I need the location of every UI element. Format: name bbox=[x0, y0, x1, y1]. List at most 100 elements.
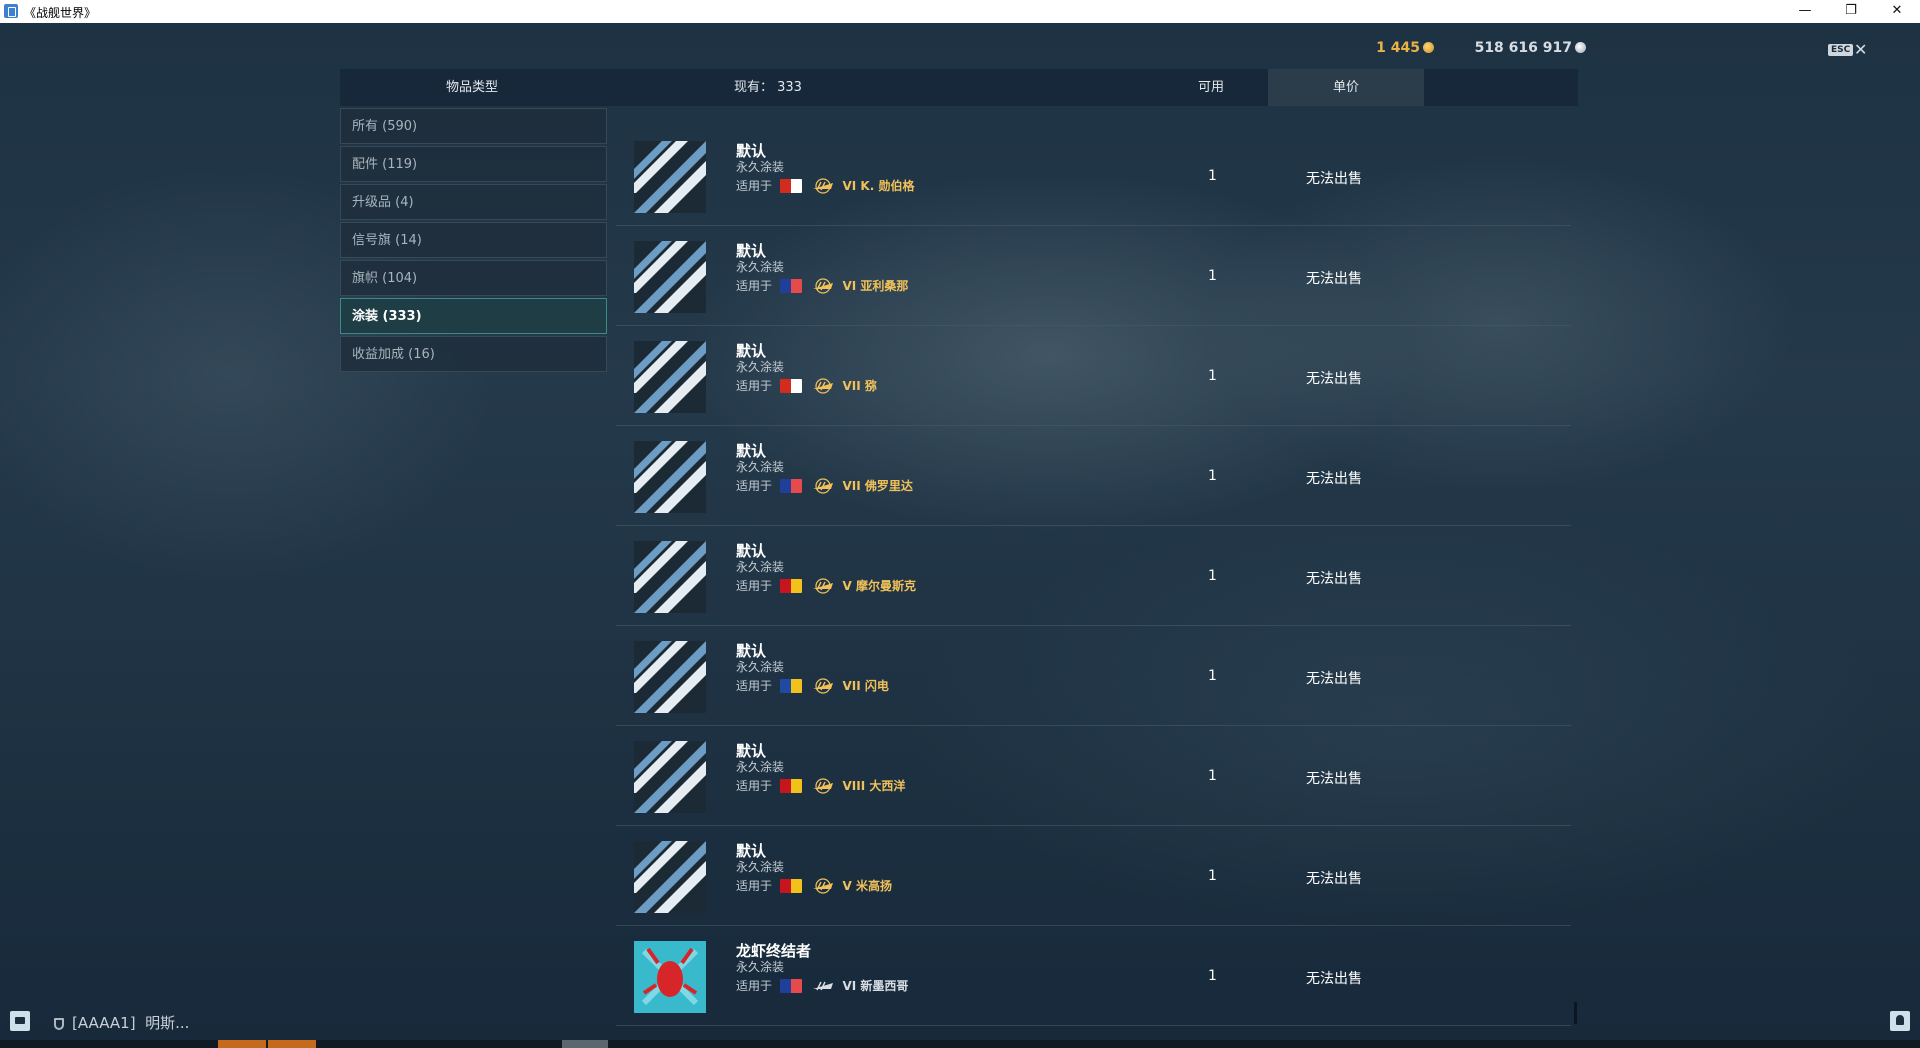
nation-flag-icon bbox=[779, 879, 802, 893]
destroyer-icon bbox=[812, 678, 833, 694]
list-item[interactable]: 默认 永久涂装 适用于 V 米高扬 1 无法出售 bbox=[616, 826, 1571, 926]
unit-price: 无法出售 bbox=[1306, 871, 1362, 887]
ship-name[interactable]: VI 新墨西哥 bbox=[843, 979, 909, 993]
applies-to: 适用于 V 米高扬 bbox=[736, 877, 892, 894]
applies-label: 适用于 bbox=[736, 579, 773, 593]
sidebar-item-all[interactable]: 所有 (590) bbox=[340, 108, 607, 144]
battleship-icon bbox=[812, 778, 833, 794]
minimize-button[interactable]: — bbox=[1782, 0, 1828, 23]
sidebar-item-economic-boosts[interactable]: 收益加成 (16) bbox=[340, 336, 607, 372]
camouflage-list: 默认 永久涂装 适用于 VI K. 勋伯格 1 无法出售 默认 永久涂装 适用于… bbox=[616, 108, 1571, 1026]
available-count: 1 bbox=[1208, 568, 1217, 584]
app-icon bbox=[4, 4, 18, 18]
item-type: 永久涂装 bbox=[736, 360, 785, 374]
battleship-icon bbox=[812, 278, 833, 294]
camouflage-thumbnail bbox=[634, 241, 706, 313]
list-scrollbar[interactable] bbox=[1574, 1002, 1577, 1024]
doubloons-balance[interactable]: 1 445 bbox=[1376, 40, 1434, 56]
sidebar-item-upgrades[interactable]: 升级品 (4) bbox=[340, 184, 607, 220]
nation-flag-icon bbox=[779, 579, 802, 593]
close-window-button[interactable]: ✕ bbox=[1874, 0, 1920, 23]
item-type: 永久涂装 bbox=[736, 760, 785, 774]
applies-label: 适用于 bbox=[736, 479, 773, 493]
ship-name[interactable]: VI K. 勋伯格 bbox=[843, 179, 915, 193]
list-item[interactable]: 默认 永久涂装 适用于 VII 猕 1 无法出售 bbox=[616, 326, 1571, 426]
applies-to: 适用于 VIII 大西洋 bbox=[736, 777, 905, 794]
window-title: 《战舰世界》 bbox=[24, 6, 97, 20]
list-item[interactable]: 默认 永久涂装 适用于 VII 佛罗里达 1 无法出售 bbox=[616, 426, 1571, 526]
header-owned-count: 现有： 333 bbox=[734, 80, 802, 95]
ship-name[interactable]: VII 猕 bbox=[843, 379, 877, 393]
close-icon[interactable]: ✕ bbox=[1854, 40, 1867, 59]
cruiser-icon bbox=[812, 578, 833, 594]
item-type: 永久涂装 bbox=[736, 160, 785, 174]
header-category: 物品类型 bbox=[446, 80, 499, 95]
available-count: 1 bbox=[1208, 368, 1217, 384]
taskbar-strip bbox=[0, 1040, 1920, 1048]
ship-name[interactable]: VI 亚利桑那 bbox=[843, 279, 909, 293]
unit-price: 无法出售 bbox=[1306, 371, 1362, 387]
ship-name[interactable]: V 米高扬 bbox=[843, 879, 892, 893]
ship-name[interactable]: VII 闪电 bbox=[843, 679, 889, 693]
clan-tag: [AAAA1] bbox=[72, 1014, 136, 1032]
category-sidebar: 所有 (590) 配件 (119) 升级品 (4) 信号旗 (14) 旗帜 (1… bbox=[340, 108, 607, 374]
applies-to: 适用于 VII 佛罗里达 bbox=[736, 477, 913, 494]
list-item[interactable]: 默认 永久涂装 适用于 V 摩尔曼斯克 1 无法出售 bbox=[616, 526, 1571, 626]
doubloon-icon bbox=[1423, 42, 1434, 53]
doubloons-value: 1 445 bbox=[1376, 40, 1420, 56]
camouflage-thumbnail bbox=[634, 441, 706, 513]
unit-price: 无法出售 bbox=[1306, 471, 1362, 487]
sidebar-item-signals[interactable]: 信号旗 (14) bbox=[340, 222, 607, 258]
credits-balance[interactable]: 518 616 917 bbox=[1475, 40, 1586, 56]
unit-price: 无法出售 bbox=[1306, 671, 1362, 687]
ship-name[interactable]: V 摩尔曼斯克 bbox=[843, 579, 916, 593]
applies-to: 适用于 VI K. 勋伯格 bbox=[736, 177, 914, 194]
player-name: 明斯... bbox=[145, 1014, 190, 1032]
chat-icon[interactable] bbox=[10, 1011, 30, 1031]
list-item[interactable]: 默认 永久涂装 适用于 VI 亚利桑那 1 无法出售 bbox=[616, 226, 1571, 326]
restore-button[interactable]: ❐ bbox=[1828, 0, 1874, 23]
unit-price: 无法出售 bbox=[1306, 571, 1362, 587]
header-available[interactable]: 可用 bbox=[1198, 69, 1224, 106]
applies-label: 适用于 bbox=[736, 179, 773, 193]
sidebar-item-modules[interactable]: 配件 (119) bbox=[340, 146, 607, 182]
applies-label: 适用于 bbox=[736, 379, 773, 393]
camouflage-thumbnail bbox=[634, 941, 706, 1013]
division-chat-entry[interactable]: [AAAA1] 明斯... bbox=[54, 1012, 189, 1033]
camouflage-thumbnail bbox=[634, 741, 706, 813]
ship-name[interactable]: VIII 大西洋 bbox=[843, 779, 906, 793]
applies-label: 适用于 bbox=[736, 679, 773, 693]
applies-to: 适用于 VII 猕 bbox=[736, 377, 877, 394]
shield-icon bbox=[54, 1018, 64, 1030]
list-item[interactable]: 默认 永久涂装 适用于 VIII 大西洋 1 无法出售 bbox=[616, 726, 1571, 826]
applies-to: 适用于 VII 闪电 bbox=[736, 677, 889, 694]
window-titlebar: 《战舰世界》 — ❐ ✕ bbox=[0, 0, 1920, 23]
esc-key-hint[interactable]: ESC bbox=[1828, 44, 1854, 56]
header-unit-price[interactable]: 单价 bbox=[1268, 69, 1424, 106]
notification-bell-icon[interactable] bbox=[1890, 1011, 1910, 1031]
list-item[interactable]: 默认 永久涂装 适用于 VI K. 勋伯格 1 无法出售 bbox=[616, 126, 1571, 226]
list-item[interactable]: 默认 永久涂装 适用于 VII 闪电 1 无法出售 bbox=[616, 626, 1571, 726]
camouflage-thumbnail bbox=[634, 341, 706, 413]
inventory-header: 物品类型 现有： 333 可用 单价 bbox=[340, 69, 1578, 106]
unit-price: 无法出售 bbox=[1306, 171, 1362, 187]
unit-price: 无法出售 bbox=[1306, 971, 1362, 987]
ship-name[interactable]: VII 佛罗里达 bbox=[843, 479, 913, 493]
list-item[interactable]: 龙虾终结者 永久涂装 适用于 VI 新墨西哥 1 无法出售 bbox=[616, 926, 1571, 1026]
available-count: 1 bbox=[1208, 268, 1217, 284]
destroyer-icon bbox=[812, 178, 833, 194]
camouflage-thumbnail bbox=[634, 541, 706, 613]
unit-price: 无法出售 bbox=[1306, 771, 1362, 787]
nation-flag-icon bbox=[779, 279, 802, 293]
nation-flag-icon bbox=[779, 979, 802, 993]
sidebar-item-camouflage[interactable]: 涂装 (333) bbox=[340, 298, 607, 334]
applies-to: 适用于 VI 新墨西哥 bbox=[736, 977, 908, 994]
item-type: 永久涂装 bbox=[736, 660, 785, 674]
item-type: 永久涂装 bbox=[736, 260, 785, 274]
available-count: 1 bbox=[1208, 868, 1217, 884]
nation-flag-icon bbox=[779, 379, 802, 393]
nation-flag-icon bbox=[779, 179, 802, 193]
camouflage-thumbnail bbox=[634, 641, 706, 713]
nation-flag-icon bbox=[779, 779, 802, 793]
sidebar-item-flags[interactable]: 旗帜 (104) bbox=[340, 260, 607, 296]
